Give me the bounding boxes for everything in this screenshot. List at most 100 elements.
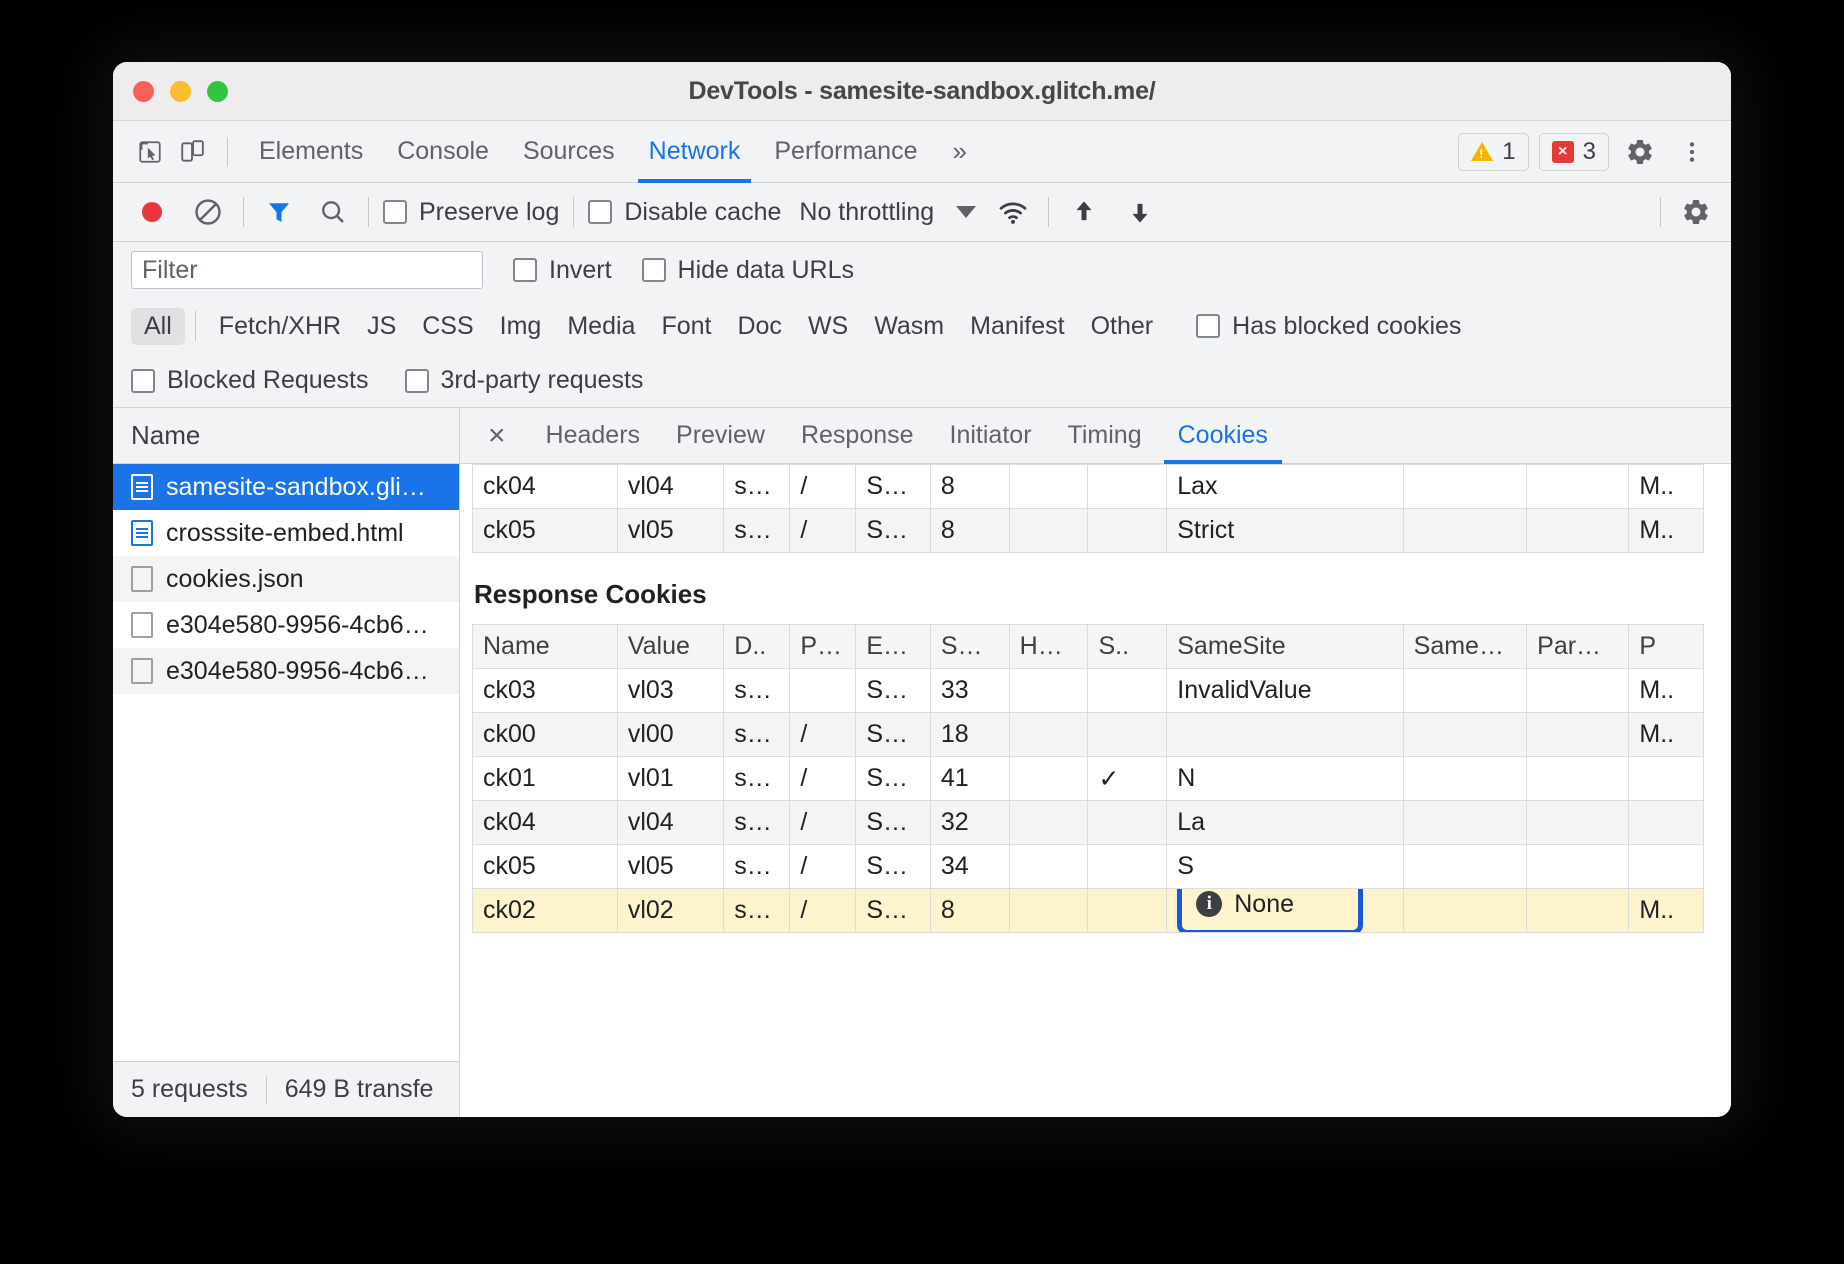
clear-icon[interactable] — [187, 191, 229, 233]
cell-priority: M.. — [1629, 889, 1704, 933]
cell-samesite-blocked[interactable]: i None — [1167, 889, 1403, 933]
throttling-dropdown-value[interactable]: No throttling — [799, 198, 934, 227]
import-har-icon[interactable] — [1063, 191, 1105, 233]
requests-list: samesite-sandbox.gli… crosssite-embed.ht… — [113, 464, 459, 1061]
cell-size: 8 — [930, 465, 1009, 509]
col-secure[interactable]: S.. — [1088, 625, 1167, 669]
table-row[interactable]: ck05 vl05 s… / S… 34 S — [473, 845, 1704, 889]
chevron-down-icon[interactable] — [956, 206, 976, 218]
cell-path: / — [790, 713, 856, 757]
chip-js[interactable]: JS — [354, 308, 409, 345]
tab-headers[interactable]: Headers — [528, 408, 659, 464]
tab-response[interactable]: Response — [783, 408, 932, 464]
col-size[interactable]: S… — [930, 625, 1009, 669]
hide-data-urls-checkbox[interactable]: Hide data URLs — [642, 256, 854, 285]
inspect-element-icon[interactable] — [129, 131, 171, 173]
checkbox-box — [513, 258, 537, 282]
chip-other[interactable]: Other — [1078, 308, 1167, 345]
cell-priority — [1629, 757, 1704, 801]
cell-httponly — [1009, 465, 1088, 509]
chip-doc[interactable]: Doc — [724, 308, 794, 345]
chip-wasm[interactable]: Wasm — [861, 308, 957, 345]
chip-manifest[interactable]: Manifest — [957, 308, 1077, 345]
tab-initiator[interactable]: Initiator — [932, 408, 1050, 464]
chip-css[interactable]: CSS — [409, 308, 486, 345]
blocked-cookie-highlight[interactable]: i None — [1177, 889, 1363, 933]
list-item[interactable]: samesite-sandbox.gli… — [113, 464, 459, 510]
tab-console[interactable]: Console — [380, 121, 506, 183]
checkbox-box — [588, 200, 612, 224]
chip-fetch-xhr[interactable]: Fetch/XHR — [206, 308, 354, 345]
table-row[interactable]: ck01 vl01 s… / S… 41 ✓ N — [473, 757, 1704, 801]
generic-file-icon — [131, 612, 153, 638]
col-name[interactable]: Name — [473, 625, 618, 669]
network-conditions-icon[interactable] — [992, 191, 1034, 233]
device-toolbar-icon[interactable] — [171, 131, 213, 173]
chip-ws[interactable]: WS — [795, 308, 861, 345]
tab-sources[interactable]: Sources — [506, 121, 632, 183]
table-row[interactable]: ck05 vl05 s… / S… 8 Strict M.. — [473, 509, 1704, 553]
col-priority[interactable]: P — [1629, 625, 1704, 669]
col-samesite[interactable]: SameSite — [1167, 625, 1403, 669]
invert-checkbox[interactable]: Invert — [513, 256, 612, 285]
tab-elements[interactable]: Elements — [242, 121, 380, 183]
has-blocked-cookies-checkbox[interactable]: Has blocked cookies — [1196, 312, 1461, 341]
cell-samesite: S — [1167, 845, 1403, 889]
tab-preview[interactable]: Preview — [658, 408, 783, 464]
table-row[interactable]: ck04 vl04 s… / S… 32 La — [473, 801, 1704, 845]
record-button[interactable] — [131, 191, 173, 233]
chip-img[interactable]: Img — [487, 308, 555, 345]
preserve-log-checkbox[interactable]: Preserve log — [383, 198, 559, 227]
cell-secure: ✓ — [1088, 757, 1167, 801]
warning-badge[interactable]: 1 — [1458, 133, 1528, 171]
chip-font[interactable]: Font — [648, 308, 724, 345]
network-settings-gear-icon[interactable] — [1675, 191, 1717, 233]
cell-sameparty — [1403, 669, 1527, 713]
more-tabs-icon[interactable]: » — [934, 136, 980, 167]
third-party-requests-checkbox[interactable]: 3rd-party requests — [405, 366, 644, 395]
tab-network[interactable]: Network — [632, 121, 758, 183]
col-partition[interactable]: Par… — [1527, 625, 1629, 669]
filter-input[interactable] — [131, 251, 483, 289]
blocked-requests-checkbox[interactable]: Blocked Requests — [131, 366, 369, 395]
filter-funnel-icon[interactable] — [258, 191, 300, 233]
list-item[interactable]: cookies.json — [113, 556, 459, 602]
col-value[interactable]: Value — [617, 625, 723, 669]
list-item[interactable]: crosssite-embed.html — [113, 510, 459, 556]
table-row[interactable]: ck03 vl03 s… S… 33 InvalidValue M.. — [473, 669, 1704, 713]
error-badge[interactable]: × 3 — [1539, 133, 1609, 171]
requests-column-header-name[interactable]: Name — [113, 408, 459, 464]
col-httponly[interactable]: H… — [1009, 625, 1088, 669]
tab-cookies[interactable]: Cookies — [1160, 408, 1286, 464]
toolbar-divider — [227, 137, 228, 167]
col-expires[interactable]: E… — [856, 625, 931, 669]
col-path[interactable]: P… — [790, 625, 856, 669]
info-icon[interactable]: i — [1196, 891, 1222, 917]
gear-icon[interactable] — [1619, 131, 1661, 173]
export-har-icon[interactable] — [1119, 191, 1161, 233]
cell-value: vl04 — [617, 801, 723, 845]
table-row[interactable]: ck00 vl00 s… / S… 18 M.. — [473, 713, 1704, 757]
tab-timing[interactable]: Timing — [1050, 408, 1160, 464]
list-item[interactable]: e304e580-9956-4cb6… — [113, 602, 459, 648]
chip-all[interactable]: All — [131, 308, 185, 345]
chip-media[interactable]: Media — [554, 308, 648, 345]
table-row[interactable]: ck04 vl04 s… / S… 8 Lax M.. — [473, 465, 1704, 509]
cell-domain: s… — [724, 669, 790, 713]
cell-sameparty — [1403, 889, 1527, 933]
col-domain[interactable]: D.. — [724, 625, 790, 669]
search-icon[interactable] — [312, 191, 354, 233]
has-blocked-cookies-label: Has blocked cookies — [1232, 312, 1461, 341]
tab-performance[interactable]: Performance — [757, 121, 934, 183]
close-icon[interactable]: × — [466, 419, 528, 453]
cell-priority — [1629, 845, 1704, 889]
cell-sameparty — [1403, 713, 1527, 757]
disable-cache-checkbox[interactable]: Disable cache — [588, 198, 781, 227]
col-sameparty[interactable]: Same… — [1403, 625, 1527, 669]
blocked-requests-label: Blocked Requests — [167, 366, 369, 395]
cell-value: vl02 — [617, 889, 723, 933]
generic-file-icon — [131, 658, 153, 684]
list-item[interactable]: e304e580-9956-4cb6… — [113, 648, 459, 694]
table-row[interactable]: ck02 vl02 s… / S… 8 i None — [473, 889, 1704, 933]
kebab-menu-icon[interactable] — [1671, 131, 1713, 173]
